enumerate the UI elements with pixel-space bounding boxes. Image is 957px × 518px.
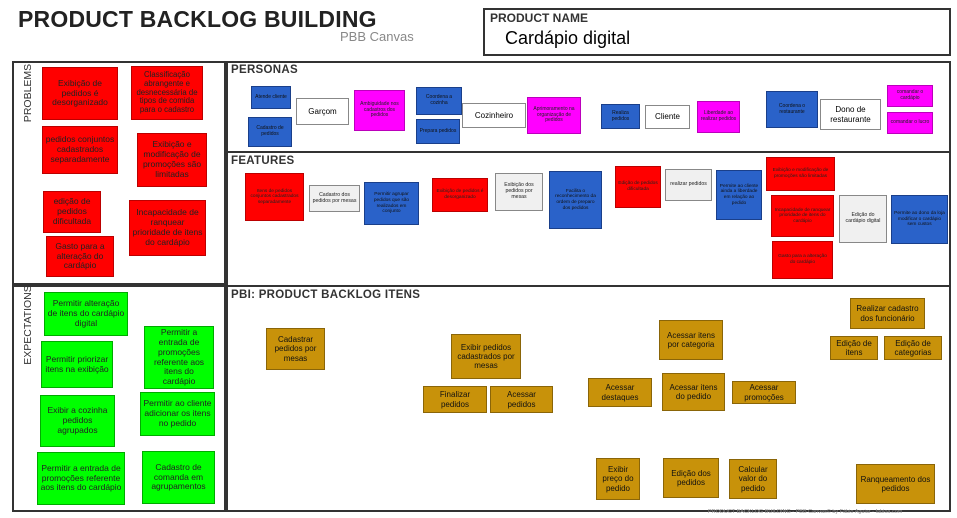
problem-note[interactable]: Gasto para a alteração do cardápio (46, 236, 114, 277)
problems-label: PROBLEMS (22, 63, 34, 123)
pbi-note[interactable]: Edição de itens (830, 336, 878, 360)
feature-benefit-note[interactable]: Permitir agrupar pedidos que são realiza… (364, 182, 419, 225)
persona-need-note[interactable]: Liberdade ao realizar pedidos (697, 101, 740, 133)
pbi-note[interactable]: Acessar destaques (588, 378, 652, 407)
pbi-note[interactable]: Edição de categorias (884, 336, 942, 360)
pbi-note[interactable]: Acessar itens por categoria (659, 320, 723, 360)
problem-note[interactable]: Classificação abrangente e desnecessária… (131, 66, 203, 120)
feature-benefit-note[interactable]: Permite ao cliente ainda a liberdade em … (716, 170, 762, 220)
pbi-note[interactable]: Finalizar pedidos (423, 386, 487, 413)
problem-note[interactable]: edição de pedidos dificultada (43, 191, 101, 233)
persona-need-note[interactable]: Aprimoramento na organização de pedidos (527, 97, 581, 134)
canvas-title: PRODUCT BACKLOG BUILDING (18, 6, 377, 32)
expectation-note[interactable]: Cadastro de comanda em agrupamentos (142, 451, 215, 504)
feature-problem-note[interactable]: Itens de pedidos conjuntos cadastrados s… (245, 173, 304, 221)
feature-problem-note[interactable]: Edição de pedidos dificultada (615, 166, 661, 208)
persona-activity-note[interactable]: Coordena a cozinha (416, 87, 462, 115)
pbi-note[interactable]: Acessar itens do pedido (662, 373, 725, 411)
pbi-note[interactable]: Edição dos pedidos (663, 458, 719, 498)
feature-benefit-note[interactable]: Facilita o reconhecimento da ordem de pr… (549, 171, 602, 229)
pbi-note[interactable]: Exibir pedidos cadastrados por mesas (451, 334, 521, 379)
feature-problem-note[interactable]: Exibição de pedidos é desorganizado (432, 178, 488, 212)
problem-note[interactable]: Exibição de pedidos é desorganizado (42, 67, 118, 120)
persona-name-card[interactable]: Cozinheiro (462, 103, 526, 128)
features-title: FEATURES (231, 155, 295, 167)
feature-problem-note[interactable]: Exibição e modificação de promoções são … (766, 157, 835, 191)
expectation-note[interactable]: Permitir priorizar itens na exibição (41, 341, 113, 388)
persona-activity-note[interactable]: Atende cliente (251, 86, 291, 109)
canvas-subtitle: PBB Canvas (340, 29, 414, 44)
persona-name-card[interactable]: Dono de restaurante (820, 99, 881, 130)
expectation-note[interactable]: Permitir a entrada de promoções referent… (37, 452, 125, 505)
product-name-label: PRODUCT NAME (490, 11, 588, 25)
pbi-note[interactable]: Realizar cadastro dos funcionário (850, 298, 925, 329)
canvas-footer: PRODUCT BACKLOG BUILDING - PBB Canvas© b… (708, 509, 903, 515)
feature-problem-note[interactable]: Gasto para a alteração do cardápio (772, 241, 833, 279)
persona-need-note[interactable]: comandar o cardápio (887, 85, 933, 107)
feature-benefit-note[interactable]: Permite ao dono da loja modificar o card… (891, 195, 948, 244)
feature-note[interactable]: Cadastro dos pedidos por mesas (309, 185, 360, 212)
expectation-note[interactable]: Permitir a entrada de promoções referent… (144, 326, 214, 389)
feature-note[interactable]: realizar pedidos (665, 169, 712, 201)
expectations-label: EXPECTATIONS (22, 285, 34, 365)
persona-need-note[interactable]: Ambiguidade nos cadastros dos pedidos (354, 90, 405, 131)
persona-activity-note[interactable]: Cadastro de pedidos (248, 117, 292, 147)
pbi-note[interactable]: Acessar promoções (732, 381, 796, 404)
problem-note[interactable]: Incapacidade de ranquear prioridade de i… (129, 200, 206, 256)
pbi-note[interactable]: Ranqueamento dos pedidos (856, 464, 935, 504)
product-name-value: Cardápio digital (505, 28, 631, 48)
product-name-box: PRODUCT NAME Cardápio digital (483, 8, 951, 56)
pbi-note[interactable]: Acessar pedidos (490, 386, 553, 413)
expectation-note[interactable]: Permitir alteração de itens do cardápio … (44, 292, 128, 336)
feature-note[interactable]: Edição do cardápio digital (839, 195, 887, 243)
pbi-title: PBI: PRODUCT BACKLOG ITENS (231, 289, 421, 301)
persona-name-card[interactable]: Cliente (645, 105, 690, 129)
persona-activity-note[interactable]: Realiza pedidos (601, 104, 640, 129)
feature-problem-note[interactable]: Incapacidade de ranquear prioridade de i… (771, 195, 834, 237)
problem-note[interactable]: pedidos conjuntos cadastrados separadame… (42, 126, 118, 174)
persona-name-card[interactable]: Garçom (296, 98, 349, 125)
feature-note[interactable]: Exibição dos pedidos por mesas (495, 173, 543, 211)
problem-note[interactable]: Exibição e modificação de promoções são … (137, 133, 207, 187)
expectation-note[interactable]: Permitir ao cliente adicionar os itens n… (140, 392, 215, 436)
persona-activity-note[interactable]: Coordena o restaurante (766, 91, 818, 128)
expectation-note[interactable]: Exibir a cozinha pedidos agrupados (40, 395, 115, 447)
pbi-note[interactable]: Cadastrar pedidos por mesas (266, 328, 325, 370)
pbi-note[interactable]: Calcular valor do pedido (729, 459, 777, 499)
personas-title: PERSONAS (231, 64, 298, 76)
persona-activity-note[interactable]: Prepara pedidos (416, 119, 460, 144)
persona-need-note[interactable]: comandar o lucro (887, 112, 933, 134)
pbi-note[interactable]: Exibir preço do pedido (596, 458, 640, 500)
